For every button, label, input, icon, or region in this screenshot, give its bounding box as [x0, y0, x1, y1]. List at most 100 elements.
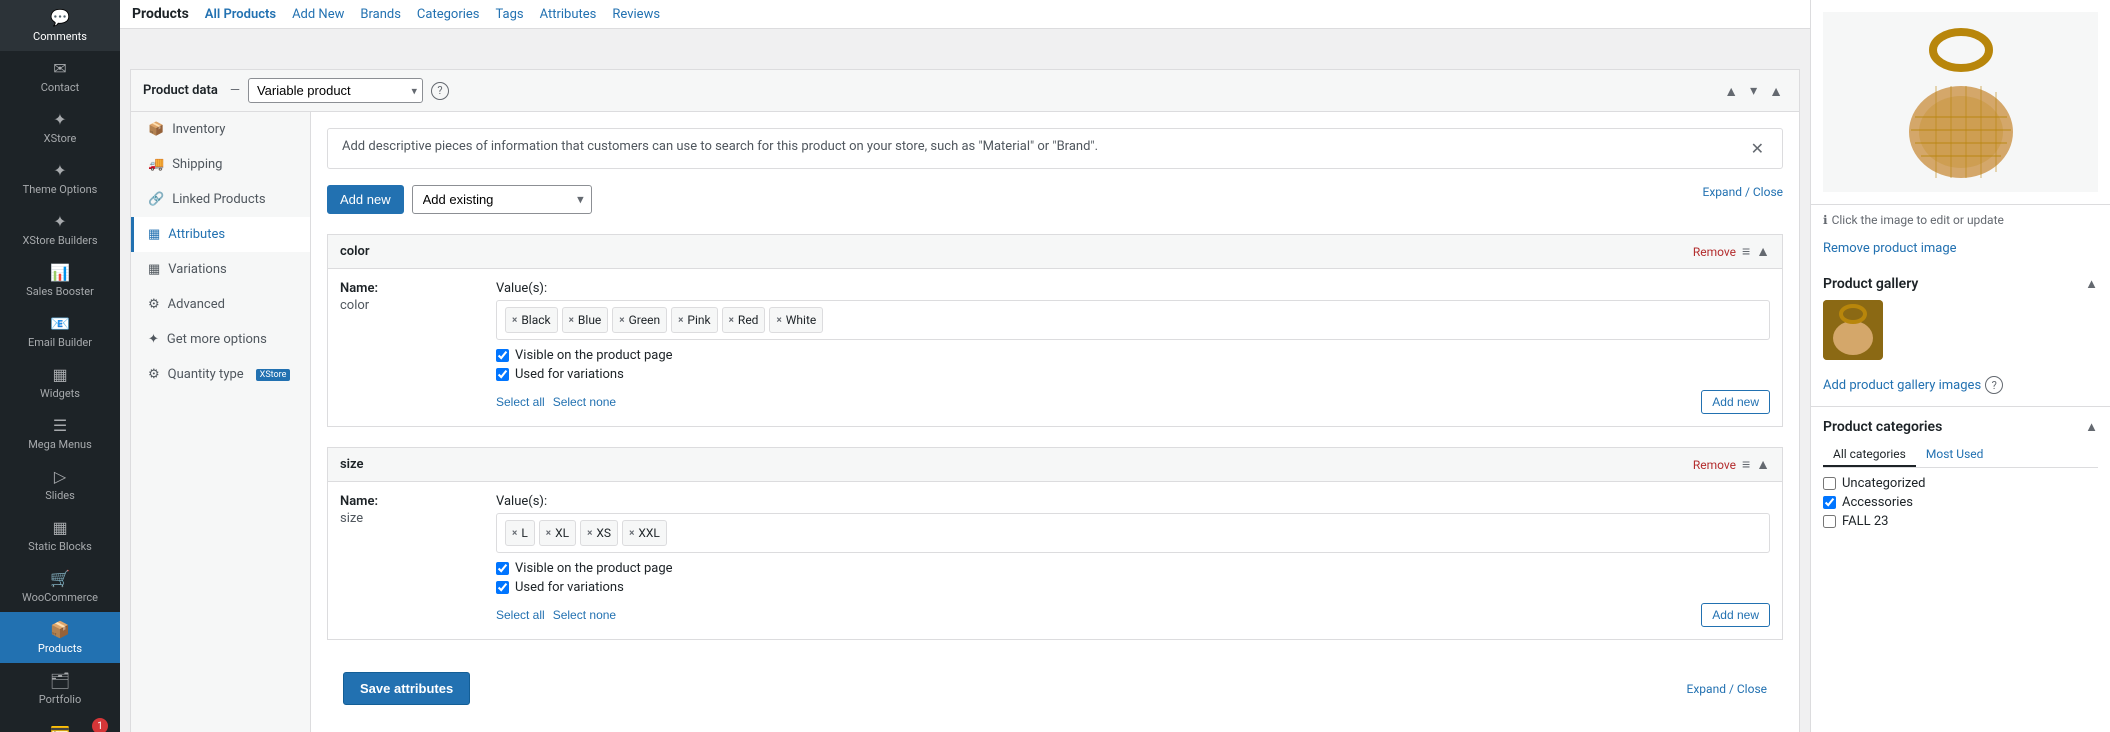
tab-attributes[interactable]: ▦ Attributes: [131, 217, 310, 252]
tag-green[interactable]: × Green: [612, 307, 667, 333]
sidebar-item-products[interactable]: 📦 Products: [0, 612, 120, 663]
sidebar-item-static-blocks[interactable]: ▦ Static Blocks: [0, 510, 120, 561]
cat-accessories-checkbox[interactable]: [1823, 496, 1836, 509]
add-existing-select[interactable]: Add existing: [412, 185, 592, 214]
attribute-size-remove[interactable]: Remove: [1693, 458, 1736, 472]
product-type-select[interactable]: Simple product Variable product Grouped …: [248, 78, 423, 103]
size-visible-on-page-checkbox[interactable]: [496, 562, 509, 575]
sidebar-item-widgets[interactable]: ▦ Widgets: [0, 357, 120, 408]
sidebar-item-sales-booster[interactable]: 📊 Sales Booster: [0, 255, 120, 306]
sidebar-item-comments[interactable]: 💬 Comments: [0, 0, 120, 51]
subnav-all-products[interactable]: All Products: [205, 7, 276, 22]
tag-xs-remove[interactable]: ×: [587, 528, 592, 539]
tag-black-remove[interactable]: ×: [512, 315, 517, 326]
gallery-thumb-1[interactable]: [1823, 300, 1883, 360]
product-type-help-icon[interactable]: ?: [431, 82, 449, 100]
tag-xl[interactable]: × XL: [539, 520, 576, 546]
tag-red[interactable]: × Red: [722, 307, 766, 333]
cat-uncategorized-label[interactable]: Uncategorized: [1842, 476, 1925, 491]
tab-shipping[interactable]: 🚚 Shipping: [131, 147, 310, 182]
sidebar-item-slides[interactable]: ▷ Slides: [0, 459, 120, 510]
bottom-expand-close-link[interactable]: Expand / Close: [1687, 682, 1767, 696]
sidebar-item-woocommerce[interactable]: 🛒 WooCommerce: [0, 561, 120, 612]
tag-blue-remove[interactable]: ×: [569, 315, 574, 326]
sidebar-item-theme-options[interactable]: ✦ Theme Options: [0, 153, 120, 204]
cat-fall23-checkbox[interactable]: [1823, 515, 1836, 528]
save-attributes-button[interactable]: Save attributes: [343, 672, 470, 705]
subnav-tags[interactable]: Tags: [495, 7, 523, 22]
attribute-color-tags[interactable]: × Black × Blue × Green: [496, 300, 1770, 340]
remove-product-image-link[interactable]: Remove product image: [1811, 241, 2110, 264]
cat-fall23-label[interactable]: FALL 23: [1842, 514, 1888, 529]
tab-variations[interactable]: ▦ Variations: [131, 252, 310, 287]
collapse-down-button[interactable]: ▾: [1746, 80, 1761, 101]
tab-inventory[interactable]: 📦 Inventory: [131, 112, 310, 147]
tag-blue[interactable]: × Blue: [562, 307, 609, 333]
info-bar-close-icon[interactable]: ✕: [1747, 139, 1768, 158]
product-gallery-toggle-icon[interactable]: ▲: [2085, 276, 2098, 292]
size-select-all-button[interactable]: Select all: [496, 608, 545, 622]
attribute-size-tags[interactable]: × L × XL × XS: [496, 513, 1770, 553]
tab-linked-products[interactable]: 🔗 Linked Products: [131, 182, 310, 217]
add-gallery-images-link[interactable]: Add product gallery images ?: [1823, 376, 2098, 394]
tab-quantity-type[interactable]: ⚙ Quantity type XStore: [131, 357, 310, 392]
gallery-help-icon[interactable]: ?: [1985, 376, 2003, 394]
tab-get-more-options[interactable]: ✦ Get more options: [131, 322, 310, 357]
size-select-none-button[interactable]: Select none: [553, 608, 616, 622]
sidebar-item-mega-menus[interactable]: ☰ Mega Menus: [0, 408, 120, 459]
add-new-button[interactable]: Add new: [327, 185, 404, 214]
attribute-size-values-col: Value(s): × L × XL: [496, 494, 1770, 627]
color-select-none-button[interactable]: Select none: [553, 395, 616, 409]
attribute-color-toggle-icon[interactable]: ▲: [1756, 243, 1770, 260]
tag-pink-remove[interactable]: ×: [678, 315, 683, 326]
expand-close-link[interactable]: Expand / Close: [1703, 185, 1783, 214]
tag-xxl[interactable]: × XXL: [622, 520, 667, 546]
product-image-area[interactable]: [1823, 12, 2098, 192]
subnav-add-new[interactable]: Add New: [292, 7, 344, 22]
attribute-color-remove[interactable]: Remove: [1693, 245, 1736, 259]
color-select-all-button[interactable]: Select all: [496, 395, 545, 409]
sidebar-item-contact[interactable]: ✉ Contact: [0, 51, 120, 102]
tag-xxl-remove[interactable]: ×: [629, 528, 634, 539]
categories-tab-most-used[interactable]: Most Used: [1916, 443, 1994, 467]
tag-l[interactable]: × L: [505, 520, 535, 546]
size-used-for-variations-checkbox[interactable]: [496, 581, 509, 594]
cat-accessories-label[interactable]: Accessories: [1842, 495, 1913, 510]
product-categories-toggle-icon[interactable]: ▲: [2085, 419, 2098, 435]
visible-on-page-checkbox[interactable]: [496, 349, 509, 362]
tag-green-remove[interactable]: ×: [619, 315, 624, 326]
tag-xs[interactable]: × XS: [580, 520, 618, 546]
cat-uncategorized-checkbox[interactable]: [1823, 477, 1836, 490]
color-add-new-button[interactable]: Add new: [1701, 390, 1770, 414]
used-for-variations-label[interactable]: Used for variations: [496, 367, 1770, 382]
attribute-color-handle-icon[interactable]: ≡: [1742, 243, 1750, 260]
tag-white[interactable]: × White: [769, 307, 823, 333]
subnav-brands[interactable]: Brands: [360, 7, 401, 22]
tag-xl-remove[interactable]: ×: [546, 528, 551, 539]
subnav-reviews[interactable]: Reviews: [612, 7, 660, 22]
used-for-variations-checkbox[interactable]: [496, 368, 509, 381]
subnav-attributes[interactable]: Attributes: [540, 7, 597, 22]
visible-on-page-label[interactable]: Visible on the product page: [496, 348, 1770, 363]
tag-white-remove[interactable]: ×: [776, 315, 781, 326]
attribute-color-name-label: Name:: [340, 281, 480, 296]
tag-l-remove[interactable]: ×: [512, 528, 517, 539]
categories-tab-all[interactable]: All categories: [1823, 443, 1916, 467]
subnav-categories[interactable]: Categories: [417, 7, 480, 22]
tab-advanced[interactable]: ⚙ Advanced: [131, 287, 310, 322]
tag-red-remove[interactable]: ×: [729, 315, 734, 326]
size-add-new-button[interactable]: Add new: [1701, 603, 1770, 627]
sidebar-item-payments[interactable]: 💳 Payments 1: [0, 714, 120, 732]
sidebar-item-email-builder[interactable]: 📧 Email Builder: [0, 306, 120, 357]
tag-black[interactable]: × Black: [505, 307, 558, 333]
sidebar-item-xstore[interactable]: ✦ XStore: [0, 102, 120, 153]
attribute-size-toggle-icon[interactable]: ▲: [1756, 456, 1770, 473]
size-used-for-variations-label[interactable]: Used for variations: [496, 580, 1770, 595]
collapse-up-button[interactable]: ▲: [1720, 80, 1742, 101]
close-section-button[interactable]: ▲: [1765, 80, 1787, 101]
attribute-size-handle-icon[interactable]: ≡: [1742, 456, 1750, 473]
sidebar-item-portfolio[interactable]: 🗂 Portfolio: [0, 663, 120, 714]
size-visible-on-page-label[interactable]: Visible on the product page: [496, 561, 1770, 576]
tag-pink[interactable]: × Pink: [671, 307, 718, 333]
sidebar-item-xstore-builders[interactable]: ✦ XStore Builders: [0, 204, 120, 255]
